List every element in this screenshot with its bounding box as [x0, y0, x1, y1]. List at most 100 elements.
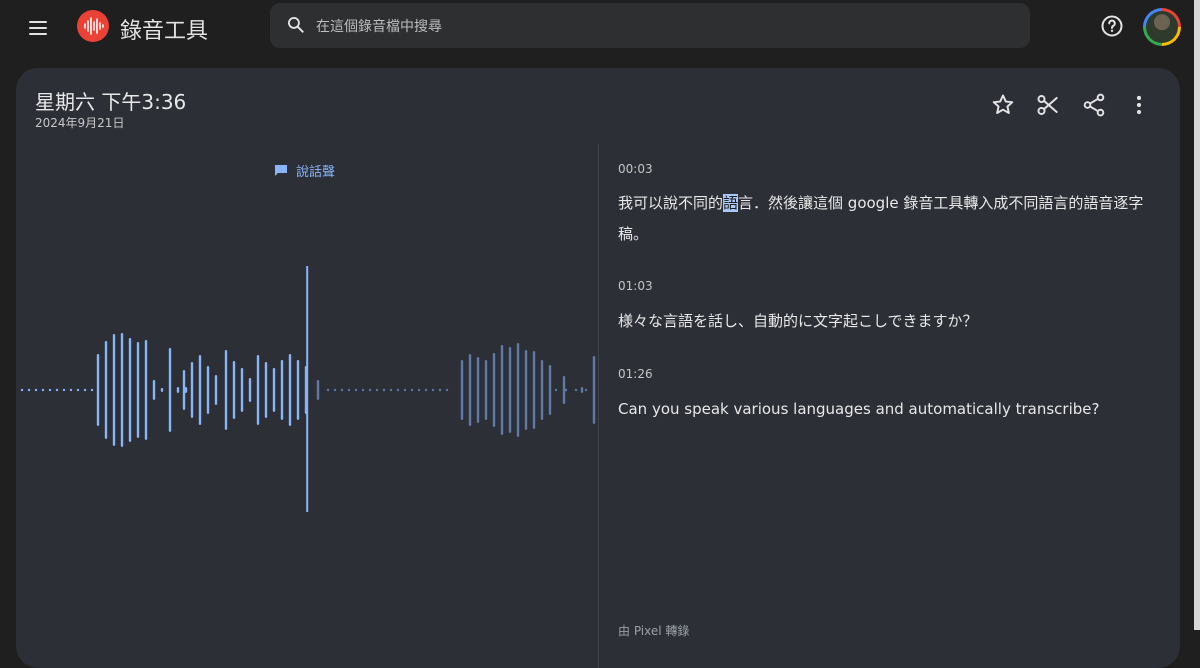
waveform-bar	[272, 368, 276, 412]
waveform-bar	[160, 388, 164, 392]
waveform-bar	[532, 351, 536, 429]
waveform-dot	[584, 388, 588, 392]
waveform[interactable]	[16, 258, 598, 528]
waveform-dot	[354, 388, 358, 392]
waveform-dot	[574, 388, 578, 392]
app-title: 錄音工具	[120, 19, 209, 44]
waveform-dot	[20, 388, 24, 392]
playhead	[306, 266, 309, 512]
waveform-bar	[232, 361, 236, 419]
waveform-bar	[240, 368, 244, 412]
transcript-segment[interactable]: Can you speak various languages and auto…	[618, 394, 1158, 425]
waveform-dot	[69, 388, 73, 392]
speaker-label: 說話聲	[296, 165, 336, 180]
avatar[interactable]	[1143, 8, 1181, 46]
waveform-dot	[410, 388, 414, 392]
waveform-bar	[104, 341, 108, 439]
waveform-bar	[516, 343, 520, 437]
waveform-dot	[76, 388, 80, 392]
waveform-dot	[326, 388, 330, 392]
waveform-bar	[136, 342, 140, 438]
window-edge	[1194, 0, 1200, 630]
waveform-bar	[168, 348, 172, 432]
more-vert-icon[interactable]	[1126, 92, 1152, 118]
waveform-dot	[340, 388, 344, 392]
waveform-bar	[508, 347, 512, 433]
waveform-dot	[403, 388, 407, 392]
waveform-dot	[361, 388, 365, 392]
waveform-dot	[438, 388, 442, 392]
avatar-photo	[1146, 11, 1178, 43]
waveform-bar	[182, 370, 186, 410]
waveform-dot	[396, 388, 400, 392]
waveform-dot	[417, 388, 421, 392]
search-input[interactable]	[314, 3, 1008, 50]
waveform-dot	[55, 388, 59, 392]
waveform-bar	[296, 360, 300, 420]
waveform-bar	[128, 338, 132, 442]
waveform-bar	[264, 362, 268, 418]
recorder-logo-icon	[77, 10, 109, 42]
chat-bubble-icon	[275, 165, 287, 176]
star-icon[interactable]	[990, 92, 1016, 118]
waveform-dot	[41, 388, 45, 392]
scissors-icon[interactable]	[1035, 92, 1061, 118]
recording-title: 星期六 下午3:36	[35, 90, 187, 114]
recording-card: 星期六 下午3:36 2024年9月21日 說話聲 00:03 我可以說不同的語…	[16, 68, 1180, 668]
waveform-bar	[144, 340, 148, 440]
menu-icon[interactable]	[24, 14, 54, 42]
top-app-bar: 錄音工具	[0, 0, 1200, 64]
waveform-bar	[580, 387, 584, 393]
waveform-dot	[375, 388, 379, 392]
waveform-bar	[256, 355, 260, 425]
segment-timestamp[interactable]: 01:03	[618, 279, 653, 293]
share-icon[interactable]	[1081, 92, 1107, 118]
waveform-dot	[83, 388, 87, 392]
waveform-bar	[548, 365, 552, 415]
waveform-bar	[492, 353, 496, 427]
waveform-bar	[198, 355, 202, 425]
help-icon[interactable]	[1100, 14, 1124, 38]
waveform-bar	[152, 380, 156, 400]
waveform-dot	[62, 388, 66, 392]
waveform-bar	[280, 360, 284, 420]
waveform-bar	[176, 387, 180, 393]
waveform-bar	[562, 376, 566, 404]
waveform-dot	[389, 388, 393, 392]
waveform-bar	[316, 380, 320, 400]
waveform-dot	[445, 388, 449, 392]
waveform-bar	[112, 334, 116, 446]
waveform-dot	[424, 388, 428, 392]
waveform-bar	[190, 362, 194, 418]
waveform-bar	[248, 378, 252, 402]
waveform-dot	[368, 388, 372, 392]
segment-timestamp[interactable]: 01:26	[618, 367, 653, 381]
waveform-dot	[333, 388, 337, 392]
waveform-dot	[382, 388, 386, 392]
transcript-text: 我可以說不同的	[618, 194, 724, 212]
waveform-bar	[96, 354, 100, 426]
waveform-dot	[90, 388, 94, 392]
waveform-bar	[206, 366, 210, 414]
waveform-bar	[460, 360, 464, 420]
recording-date: 2024年9月21日	[35, 116, 125, 130]
waveform-dot	[48, 388, 52, 392]
segment-timestamp[interactable]: 00:03	[618, 162, 653, 176]
waveform-bar	[592, 356, 596, 424]
waveform-bar	[484, 360, 488, 420]
waveform-bar	[224, 350, 228, 430]
waveform-dot	[431, 388, 435, 392]
transcript-segment[interactable]: 様々な言語を話し、自動的に文字起こしできますか？	[618, 306, 1158, 337]
transcription-credit: 由 Pixel 轉錄	[618, 624, 690, 638]
waveform-bar	[524, 350, 528, 430]
waveform-dot	[34, 388, 38, 392]
transcript-segment[interactable]: 我可以說不同的語言．然後讓這個 google 錄音工具轉入成不同語言的語音逐字稿…	[618, 188, 1158, 250]
waveform-bar	[500, 345, 504, 435]
waveform-bar	[120, 333, 124, 447]
waveform-bar	[540, 360, 544, 420]
waveform-bar	[214, 375, 218, 405]
highlighted-word: 語	[723, 194, 739, 212]
search-icon[interactable]	[286, 15, 306, 35]
search-bar[interactable]	[270, 3, 1030, 50]
waveform-dot	[347, 388, 351, 392]
